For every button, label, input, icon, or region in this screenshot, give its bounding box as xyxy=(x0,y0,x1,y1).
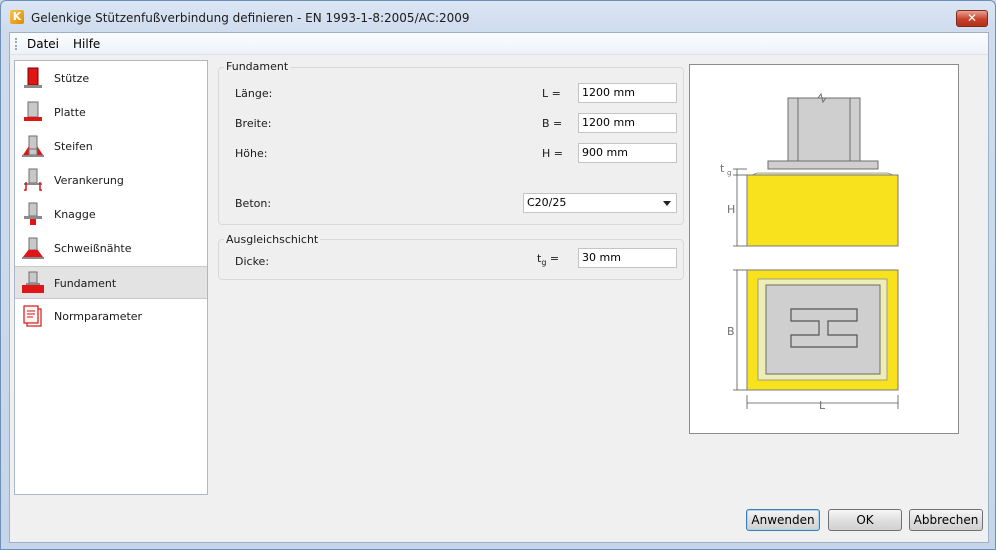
label-tg: t xyxy=(720,162,725,175)
anchor-icon xyxy=(24,168,42,191)
column-icon xyxy=(24,67,42,88)
nav-item-schweissnaehte[interactable]: Schweißnähte xyxy=(15,232,207,265)
dialog-window: K Gelenkige Stützenfußverbindung definie… xyxy=(0,0,996,550)
thickness-symbol: tg = xyxy=(537,252,560,268)
menu-hilfe[interactable]: Hilfe xyxy=(69,36,104,52)
base-plate-elevation xyxy=(767,160,879,170)
width-input[interactable]: 1200 mm xyxy=(578,113,677,133)
concrete-label: Beton: xyxy=(235,197,272,210)
label-tg-sub: g xyxy=(727,169,731,177)
close-button[interactable]: ✕ xyxy=(956,10,988,27)
concrete-select[interactable]: C20/25 xyxy=(523,193,677,213)
shear-key-icon xyxy=(24,202,42,225)
nav-label-stuetze: Stütze xyxy=(54,72,90,85)
menu-grip-icon xyxy=(15,38,17,50)
nav-label-knagge: Knagge xyxy=(54,208,96,221)
height-symbol: H = xyxy=(542,147,563,160)
nav-item-stuetze[interactable]: Stütze xyxy=(15,62,207,95)
weld-icon xyxy=(22,237,44,259)
width-label: Breite: xyxy=(235,117,272,130)
nav-item-verankerung[interactable]: Verankerung xyxy=(15,164,207,197)
apply-button[interactable]: Anwenden xyxy=(746,509,820,531)
menu-datei[interactable]: Datei xyxy=(23,36,63,52)
nav-item-fundament[interactable]: Fundament xyxy=(15,266,207,299)
length-symbol: L = xyxy=(542,87,561,100)
navigation-list: Stütze Platte Steifen Verankerung Knagge… xyxy=(14,60,208,495)
nav-item-normparameter[interactable]: Normparameter xyxy=(15,300,207,333)
window-title: Gelenkige Stützenfußverbindung definiere… xyxy=(31,11,470,25)
foundation-preview: t g H B L xyxy=(689,64,959,434)
title-bar: K Gelenkige Stützenfußverbindung definie… xyxy=(1,1,995,31)
fundament-group-title: Fundament xyxy=(224,60,291,73)
length-label: Länge: xyxy=(235,87,273,100)
plate-icon xyxy=(24,101,42,121)
cancel-button[interactable]: Abbrechen xyxy=(909,509,983,531)
concrete-select-value: C20/25 xyxy=(527,196,567,209)
label-b: B xyxy=(727,325,735,338)
stiffener-icon xyxy=(22,135,44,157)
foundation-icon xyxy=(22,271,44,293)
concrete-elevation xyxy=(746,174,899,247)
dialog-client-area: Datei Hilfe Stütze Platte Steifen Verank… xyxy=(9,32,989,543)
nav-label-platte: Platte xyxy=(54,106,86,119)
app-logo-icon: K xyxy=(10,10,24,24)
nav-label-steifen: Steifen xyxy=(54,140,93,153)
code-parameters-icon xyxy=(23,305,42,327)
nav-label-schweissnaehte: Schweißnähte xyxy=(54,242,132,255)
foundation-drawing: t g H B L xyxy=(720,92,899,412)
label-l: L xyxy=(819,399,826,412)
nav-label-fundament: Fundament xyxy=(54,277,117,290)
width-symbol: B = xyxy=(542,117,563,130)
length-input[interactable]: 1200 mm xyxy=(578,83,677,103)
height-input[interactable]: 900 mm xyxy=(578,143,677,163)
label-h: H xyxy=(727,203,735,216)
nav-label-normparameter: Normparameter xyxy=(54,310,143,323)
nav-item-knagge[interactable]: Knagge xyxy=(15,198,207,231)
column-elevation xyxy=(787,97,861,162)
thickness-label: Dicke: xyxy=(235,255,270,268)
grout-group-title: Ausgleichschicht xyxy=(224,233,321,246)
chevron-down-icon xyxy=(663,201,671,206)
ok-button[interactable]: OK xyxy=(828,509,902,531)
thickness-input[interactable]: 30 mm xyxy=(578,248,677,268)
menu-bar: Datei Hilfe xyxy=(10,33,988,55)
height-label: Höhe: xyxy=(235,147,268,160)
nav-label-verankerung: Verankerung xyxy=(54,174,124,187)
nav-item-platte[interactable]: Platte xyxy=(15,96,207,129)
nav-item-steifen[interactable]: Steifen xyxy=(15,130,207,163)
